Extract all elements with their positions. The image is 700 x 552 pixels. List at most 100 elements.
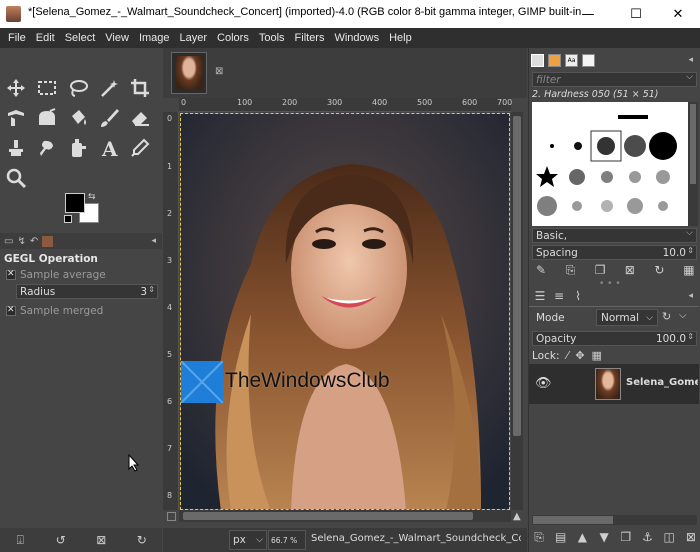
edit-brush-icon[interactable]: ✎	[533, 262, 549, 278]
restore-options-icon[interactable]: ↺	[53, 532, 69, 548]
anchor-layer-icon[interactable]: ⚓	[640, 529, 656, 545]
sample-average-checkbox[interactable]	[6, 269, 16, 280]
tool-options-tab-icon[interactable]: ▭	[4, 236, 13, 247]
image-tab[interactable]	[171, 52, 207, 94]
document-history-tab-icon[interactable]	[582, 53, 595, 67]
eraser-icon[interactable]	[126, 104, 154, 132]
configure-tab-icon[interactable]: ◂	[151, 236, 156, 246]
lasso-icon[interactable]	[64, 74, 92, 102]
chevron-down-icon[interactable]: ⌵	[686, 72, 693, 82]
menu-select[interactable]: Select	[60, 32, 101, 44]
warp-icon[interactable]	[33, 104, 61, 132]
new-brush-icon[interactable]: ⎘	[563, 262, 579, 278]
maximize-button[interactable]: ☐	[614, 0, 658, 28]
quick-mask-toggle[interactable]	[167, 512, 176, 521]
raise-layer-icon[interactable]: ▲	[574, 529, 590, 545]
smudge-icon[interactable]	[33, 134, 61, 162]
vertical-scrollbar[interactable]	[511, 112, 523, 510]
undo-history-tab-icon[interactable]: ↶	[30, 236, 38, 247]
close-tab-icon[interactable]: ⊠	[215, 66, 223, 77]
refresh-brushes-icon[interactable]: ↻	[651, 262, 667, 278]
horizontal-scroll-thumb[interactable]	[183, 512, 473, 520]
device-status-tab-icon[interactable]: ↯	[17, 236, 25, 247]
channels-tab-icon[interactable]: ≡	[551, 288, 567, 304]
close-button[interactable]: ✕	[656, 0, 700, 28]
layer-row[interactable]: 👁 Selena_Gome	[529, 364, 699, 404]
new-layer-group-icon[interactable]: ▤	[553, 529, 569, 545]
menu-help[interactable]: Help	[384, 32, 417, 44]
images-tab-icon[interactable]	[42, 235, 54, 247]
fonts-tab-icon[interactable]: Aa	[565, 53, 578, 67]
visibility-eye-icon[interactable]: 👁	[535, 376, 552, 391]
paths-tab-icon[interactable]: ⌇	[570, 288, 586, 304]
mask-layer-icon[interactable]: ◫	[661, 529, 677, 545]
menu-layer[interactable]: Layer	[175, 32, 213, 44]
menu-file[interactable]: File	[3, 32, 31, 44]
sample-merged-row[interactable]: Sample merged	[6, 305, 103, 317]
spacing-spin-icon[interactable]: ⇕	[687, 246, 694, 255]
mode-options-chevron-icon[interactable]: ⌵	[679, 310, 687, 321]
lock-alpha-icon[interactable]: ▦	[592, 349, 602, 362]
menu-image[interactable]: Image	[134, 32, 175, 44]
opacity-field[interactable]: Opacity 100.0 ⇕	[532, 331, 697, 346]
save-options-icon[interactable]: ⍗	[12, 532, 28, 548]
rect-select-icon[interactable]	[33, 74, 61, 102]
navigate-icon[interactable]: ▲	[513, 511, 521, 522]
minimize-button[interactable]: —	[566, 0, 610, 28]
menu-view[interactable]: View	[100, 32, 134, 44]
patterns-tab-icon[interactable]	[548, 53, 561, 67]
clone-icon[interactable]	[2, 134, 30, 162]
layers-tab-icon[interactable]: ☰	[532, 288, 548, 304]
menu-colors[interactable]: Colors	[212, 32, 254, 44]
spacing-field[interactable]: Spacing 10.0 ⇕	[532, 245, 697, 260]
bucket-fill-icon[interactable]	[64, 104, 92, 132]
brush-grid-scrollbar[interactable]	[688, 102, 698, 226]
default-colors-icon[interactable]	[64, 215, 72, 223]
brush-filter-input[interactable]: filter ⌵	[532, 72, 697, 87]
unit-select[interactable]: px ⌵	[229, 530, 267, 550]
crop-icon[interactable]	[126, 74, 154, 102]
reset-options-icon[interactable]: ↻	[134, 532, 150, 548]
menu-windows[interactable]: Windows	[329, 32, 384, 44]
lock-pixels-icon[interactable]: ⁄	[566, 349, 568, 362]
duplicate-brush-icon[interactable]: ❐	[592, 262, 608, 278]
layers-scrollbar[interactable]	[532, 515, 697, 525]
mode-select[interactable]: Normal ⌵	[596, 309, 658, 326]
vertical-scroll-thumb[interactable]	[513, 116, 521, 436]
dodge-burn-icon[interactable]	[64, 134, 92, 162]
menu-filters[interactable]: Filters	[290, 32, 330, 44]
text-tool-icon[interactable]: A	[95, 134, 123, 162]
brush-grid[interactable]	[532, 102, 688, 226]
brush-preset-select[interactable]: Basic, ⌵	[532, 228, 697, 243]
foreground-color-swatch[interactable]	[65, 193, 85, 213]
configure-tab-icon[interactable]: ◂	[688, 55, 693, 65]
lock-position-icon[interactable]: ✥	[575, 349, 584, 362]
zoom-select[interactable]: 66.7 %	[268, 530, 306, 550]
new-layer-icon[interactable]: ⎘	[531, 529, 547, 545]
radius-field[interactable]: Radius 3 ⇕	[16, 284, 158, 299]
delete-options-icon[interactable]: ⊠	[93, 532, 109, 548]
canvas-image[interactable]: TheWindowsClub	[180, 113, 510, 510]
radius-spin-icon[interactable]: ⇕	[148, 285, 155, 294]
transform-icon[interactable]	[2, 104, 30, 132]
zoom-icon[interactable]	[2, 164, 30, 192]
swap-colors-icon[interactable]: ⇆	[88, 192, 96, 202]
move-tool-icon[interactable]	[2, 74, 30, 102]
open-as-image-icon[interactable]: ▦	[681, 262, 697, 278]
menu-edit[interactable]: Edit	[31, 32, 60, 44]
duplicate-layer-icon[interactable]: ❐	[618, 529, 634, 545]
delete-brush-icon[interactable]: ⊠	[622, 262, 638, 278]
horizontal-scrollbar[interactable]	[179, 510, 511, 522]
fuzzy-select-icon[interactable]	[95, 74, 123, 102]
opacity-spin-icon[interactable]: ⇕	[687, 332, 694, 341]
sample-merged-checkbox[interactable]	[6, 305, 16, 316]
paintbrush-icon[interactable]	[95, 104, 123, 132]
delete-layer-icon[interactable]: ⊠	[683, 529, 699, 545]
mode-reset-icon[interactable]: ↻	[662, 310, 671, 323]
sample-average-row[interactable]: Sample average	[6, 269, 106, 281]
configure-tab-icon[interactable]: ◂	[688, 291, 693, 301]
brushes-tab-icon[interactable]	[531, 53, 544, 67]
color-picker-icon[interactable]	[126, 134, 154, 162]
menu-tools[interactable]: Tools	[254, 32, 290, 44]
lower-layer-icon[interactable]: ▼	[596, 529, 612, 545]
